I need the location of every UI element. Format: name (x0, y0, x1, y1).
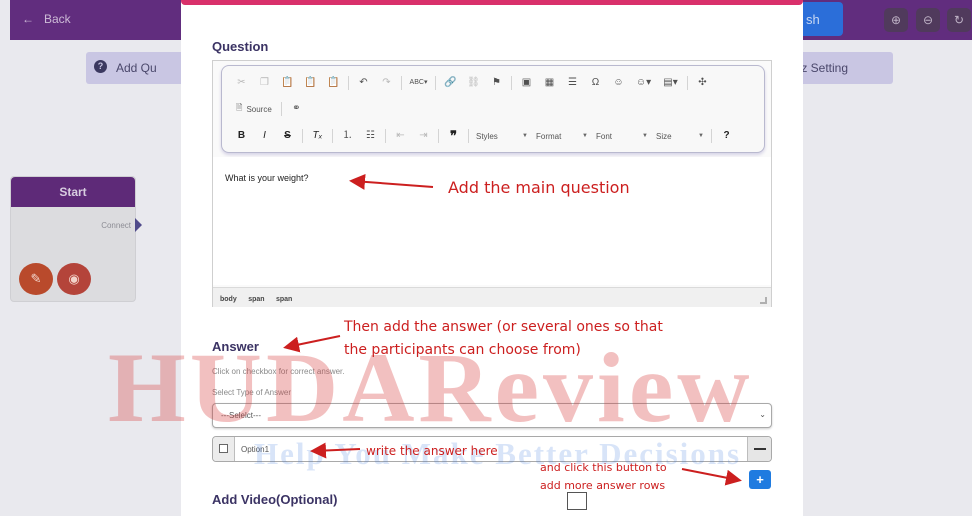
resize-grip-icon[interactable] (760, 297, 767, 304)
editor-content-area[interactable]: What is your weight? (213, 157, 771, 285)
image-icon[interactable]: ▣ (515, 74, 538, 92)
toolbar-separator (435, 76, 436, 90)
edit-pencil-icon[interactable]: ✎ (19, 263, 53, 295)
add-video-heading: Add Video(Optional) (212, 492, 338, 507)
toolbar-separator (438, 129, 439, 143)
font-dropdown[interactable]: Font ▼ (592, 128, 652, 144)
blockquote-icon[interactable]: ❞ (442, 127, 465, 145)
caret-down-icon: ▼ (582, 133, 588, 139)
connect-handle[interactable] (135, 218, 142, 232)
toolbar-separator (332, 129, 333, 143)
styles-label: Styles (476, 131, 498, 141)
start-node-card[interactable]: Start Connect ✎ ◉ (10, 176, 142, 302)
checkbox-box (219, 444, 228, 453)
path-item[interactable]: span (276, 296, 292, 303)
special-char-icon[interactable]: Ω (584, 74, 607, 92)
annotation-click-button-line1: and click this button to (540, 461, 667, 474)
annotation-write-answer: write the answer here (366, 444, 498, 458)
question-heading: Question (212, 39, 269, 54)
toolbar-separator (711, 129, 712, 143)
size-dropdown[interactable]: Size ▼ (652, 128, 708, 144)
emoji-dropdown-icon[interactable]: ☺▾ (630, 74, 657, 92)
add-question-button[interactable]: Add Qu (116, 61, 157, 75)
editor-toolbar: ✂ ❐ 📋 📋 📋 ↶ ↷ ABC▾ 🔗 ⛓ ⚑ ▣ ▦ ☰ Ω ☺ ☺▾ ▤▾… (221, 65, 765, 153)
element-path-bar: body span span (213, 287, 771, 307)
caret-down-icon: ▼ (522, 133, 528, 139)
paste-icon[interactable]: 📋 (276, 74, 299, 92)
format-label: Format (536, 131, 562, 141)
toolbar-separator (401, 76, 402, 90)
table-icon[interactable]: ▦ (538, 74, 561, 92)
bullet-list-icon[interactable]: ☷ (359, 127, 382, 145)
add-answer-row-button[interactable]: + (749, 470, 771, 489)
widget-dropdown-icon[interactable]: ▤▾ (657, 74, 684, 92)
numbered-list-icon[interactable]: ⒈ (336, 127, 359, 145)
back-button[interactable]: ← Back (22, 12, 71, 26)
zoom-out-icon[interactable]: ⊖ (916, 8, 940, 32)
toolbar-separator (348, 76, 349, 90)
chevron-down-icon: ⌄ (759, 410, 766, 419)
paste-text-icon[interactable]: 📋 (299, 74, 322, 92)
annotation-answer-line2: the participants can choose from) (344, 342, 581, 358)
toolbar-separator (687, 76, 688, 90)
minus-icon (754, 448, 766, 450)
help-icon[interactable]: ? (715, 127, 738, 145)
toolbar-row-1: ✂ ❐ 📋 📋 📋 ↶ ↷ ABC▾ 🔗 ⛓ ⚑ ▣ ▦ ☰ Ω ☺ ☺▾ ▤▾… (230, 74, 714, 92)
caret-down-icon: ▼ (698, 133, 704, 139)
horizontal-line-icon[interactable]: ☰ (561, 74, 584, 92)
styles-dropdown[interactable]: Styles ▼ (472, 128, 532, 144)
annotation-answer-line1: Then add the answer (or several ones so … (344, 319, 663, 335)
toolbar-row-3: B I S Tₓ ⒈ ☷ ⇤ ⇥ ❞ Styles ▼ Format ▼ Fon… (230, 127, 738, 145)
help-circle-icon: ? (94, 60, 107, 73)
toolbar-row-2: 🗎 Source ⚭ (230, 100, 308, 118)
copy-icon[interactable]: ❐ (253, 74, 276, 92)
undo-icon[interactable]: ↶ (352, 74, 375, 92)
connect-label: Connect (101, 221, 131, 230)
remove-format-icon[interactable]: Tₓ (306, 127, 329, 145)
eye-icon[interactable]: ◉ (57, 263, 91, 295)
source-label: Source (246, 104, 272, 114)
path-item[interactable]: span (248, 296, 264, 303)
indent-icon[interactable]: ⇥ (412, 127, 435, 145)
caret-down-icon: ▼ (642, 133, 648, 139)
spellcheck-icon[interactable]: ABC▾ (405, 74, 432, 92)
format-dropdown[interactable]: Format ▼ (532, 128, 592, 144)
modal-accent-bar (181, 0, 803, 5)
strikethrough-icon[interactable]: S (276, 127, 299, 145)
start-node-title: Start (11, 177, 135, 207)
toolbar-separator (302, 129, 303, 143)
font-label: Font (596, 131, 613, 141)
question-text[interactable]: What is your weight? (225, 173, 309, 183)
path-item[interactable]: body (220, 296, 237, 303)
source-file-icon: 🗎 (236, 103, 243, 112)
refresh-icon[interactable]: ↻ (947, 8, 971, 32)
cut-icon[interactable]: ✂ (230, 74, 253, 92)
annotation-main-question: Add the main question (448, 178, 630, 197)
smiley-icon[interactable]: ☺ (607, 74, 630, 92)
link-icon[interactable]: 🔗 (439, 74, 462, 92)
redo-icon[interactable]: ↷ (375, 74, 398, 92)
toolbar-separator (385, 129, 386, 143)
outdent-icon[interactable]: ⇤ (389, 127, 412, 145)
embed-link-icon[interactable]: ⚭ (285, 100, 308, 118)
toolbar-separator (280, 102, 282, 116)
unlink-icon[interactable]: ⛓ (462, 74, 485, 92)
toolbar-separator (511, 76, 512, 90)
source-button[interactable]: 🗎 Source (230, 100, 278, 118)
back-label: Back (44, 12, 71, 26)
video-upload-box[interactable] (567, 492, 587, 510)
bold-icon[interactable]: B (230, 127, 253, 145)
arrow-left-icon: ← (22, 12, 34, 26)
size-label: Size (656, 131, 672, 141)
spellcheck-label: ABC (409, 79, 424, 86)
italic-icon[interactable]: I (253, 127, 276, 145)
zoom-in-icon[interactable]: ⊕ (884, 8, 908, 32)
paste-word-icon[interactable]: 📋 (322, 74, 345, 92)
annotation-click-button-line2: add more answer rows (540, 479, 666, 492)
toolbar-separator (468, 129, 469, 143)
anchor-flag-icon[interactable]: ⚑ (485, 74, 508, 92)
maximize-icon[interactable]: ✣ (691, 74, 714, 92)
